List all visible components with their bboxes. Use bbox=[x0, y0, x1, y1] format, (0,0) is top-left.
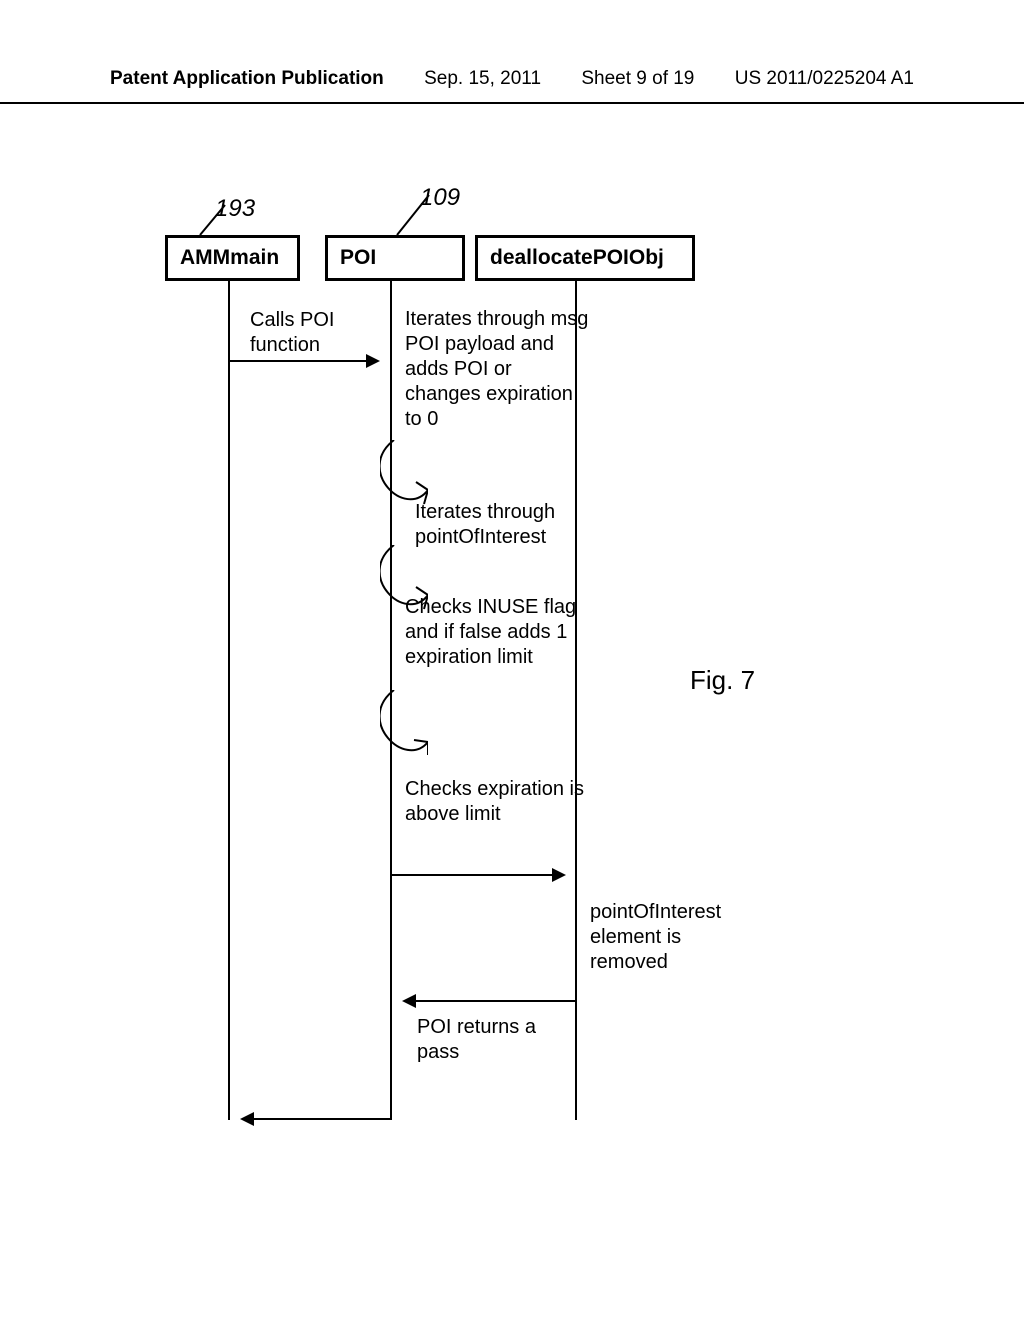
arrow-call bbox=[230, 360, 378, 362]
header-sheet: Sheet 9 of 19 bbox=[581, 68, 694, 90]
lane-deallocate: deallocatePOIObj bbox=[475, 235, 695, 281]
msg-return: POI returns a pass bbox=[417, 1015, 547, 1065]
header-date: Sep. 15, 2011 bbox=[424, 68, 541, 90]
sequence-diagram: 193 109 AMMmain POI deallocatePOIObj Cal… bbox=[155, 200, 895, 1120]
page-header: Patent Application Publication Sep. 15, … bbox=[0, 68, 1024, 104]
msg-removed: pointOfInterest element is removed bbox=[590, 900, 760, 975]
lifeline-ammmain bbox=[228, 280, 230, 1120]
figure-label: Fig. 7 bbox=[690, 665, 755, 696]
msg-call: Calls POI function bbox=[250, 308, 380, 358]
msg-iter2: Iterates through pointOfInterest bbox=[415, 500, 595, 550]
arrow-return bbox=[242, 1118, 390, 1120]
loop-3 bbox=[380, 690, 428, 755]
header-docnum: US 2011/0225204 A1 bbox=[735, 68, 914, 90]
ref-line-a bbox=[185, 200, 235, 240]
header-left: Patent Application Publication bbox=[110, 68, 384, 90]
msg-check1: Checks INUSE flag and if false adds 1 ex… bbox=[405, 595, 605, 670]
msg-iter1: Iterates through msg POI payload and add… bbox=[405, 307, 590, 432]
loop-1 bbox=[380, 440, 428, 505]
arrow-to-dealloc bbox=[392, 874, 564, 876]
lane-ammmain: AMMmain bbox=[165, 235, 300, 281]
ref-line-b bbox=[387, 190, 447, 240]
arrow-from-dealloc bbox=[404, 1000, 576, 1002]
lane-poi: POI bbox=[325, 235, 465, 281]
msg-check2: Checks expiration is above limit bbox=[405, 777, 585, 827]
